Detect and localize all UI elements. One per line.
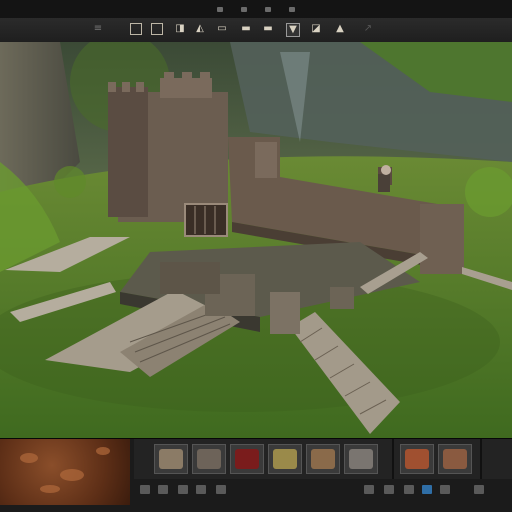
pillar bbox=[270, 292, 300, 334]
grid-icon[interactable] bbox=[140, 485, 150, 494]
castle-tower bbox=[108, 72, 228, 237]
bottom-icon-row bbox=[134, 483, 512, 499]
object-tool-button[interactable]: ◪ bbox=[310, 23, 322, 35]
sign-icon bbox=[235, 449, 259, 469]
asset-sign[interactable] bbox=[230, 444, 264, 474]
top-menu-bar bbox=[0, 0, 512, 18]
menu-item-1[interactable] bbox=[217, 6, 223, 12]
asset-browser bbox=[134, 439, 512, 479]
toolbar-handle-icon: ≡ bbox=[93, 23, 103, 34]
list-icon[interactable] bbox=[196, 485, 206, 494]
save-icon[interactable] bbox=[404, 485, 414, 494]
rotate-tool-button[interactable]: ◨ bbox=[174, 23, 186, 35]
move-tool-button[interactable] bbox=[151, 23, 163, 35]
paint-tool-button[interactable]: ▬ bbox=[240, 23, 252, 35]
expand-icon[interactable] bbox=[474, 485, 484, 494]
asset-fire[interactable] bbox=[400, 444, 434, 474]
shield-tool-button[interactable]: ▼ bbox=[286, 23, 300, 37]
asset-creature[interactable] bbox=[268, 444, 302, 474]
info-icon[interactable] bbox=[422, 485, 432, 494]
editor-toolbar: ≡ ◨ ◭ ▭ ▬ ▬ ▼ ◪ ▲ ↗ bbox=[0, 18, 512, 43]
play-icon[interactable] bbox=[384, 485, 394, 494]
barrel-icon bbox=[443, 449, 467, 469]
camera-icon[interactable] bbox=[216, 485, 226, 494]
select-tool-button[interactable] bbox=[130, 23, 142, 35]
fire-icon bbox=[405, 449, 429, 469]
asset-ruins[interactable] bbox=[344, 444, 378, 474]
skull-icon bbox=[197, 449, 221, 469]
game-editor-window: ≡ ◨ ◭ ▭ ▬ ▬ ▼ ◪ ▲ ↗ bbox=[0, 0, 512, 512]
creature-icon bbox=[273, 449, 297, 469]
editor-bottom-panel bbox=[0, 438, 512, 512]
menu-item-3[interactable] bbox=[265, 6, 271, 12]
scale-tool-button[interactable]: ◭ bbox=[194, 23, 206, 35]
chest-icon bbox=[311, 449, 335, 469]
asset-chest[interactable] bbox=[306, 444, 340, 474]
folder-icon[interactable] bbox=[178, 485, 188, 494]
asset-skull[interactable] bbox=[192, 444, 226, 474]
record-icon[interactable] bbox=[364, 485, 374, 494]
paint2-tool-button[interactable]: ▬ bbox=[262, 23, 274, 35]
rock-icon bbox=[159, 449, 183, 469]
extra-tool-icon[interactable]: ↗ bbox=[362, 23, 374, 35]
settings-icon[interactable] bbox=[440, 485, 450, 494]
scene-render bbox=[0, 42, 512, 438]
menu-item-4[interactable] bbox=[289, 6, 295, 12]
scene-viewport[interactable] bbox=[0, 42, 512, 438]
asset-rock[interactable] bbox=[154, 444, 188, 474]
divider bbox=[392, 439, 394, 479]
layers-icon[interactable] bbox=[158, 485, 168, 494]
terrain-tool-button[interactable]: ▭ bbox=[216, 23, 228, 35]
menu-item-2[interactable] bbox=[241, 6, 247, 12]
warning-tool-button[interactable]: ▲ bbox=[334, 23, 346, 35]
divider bbox=[480, 439, 482, 479]
texture-preview[interactable] bbox=[0, 439, 130, 505]
ruins-icon bbox=[349, 449, 373, 469]
asset-barrel[interactable] bbox=[438, 444, 472, 474]
